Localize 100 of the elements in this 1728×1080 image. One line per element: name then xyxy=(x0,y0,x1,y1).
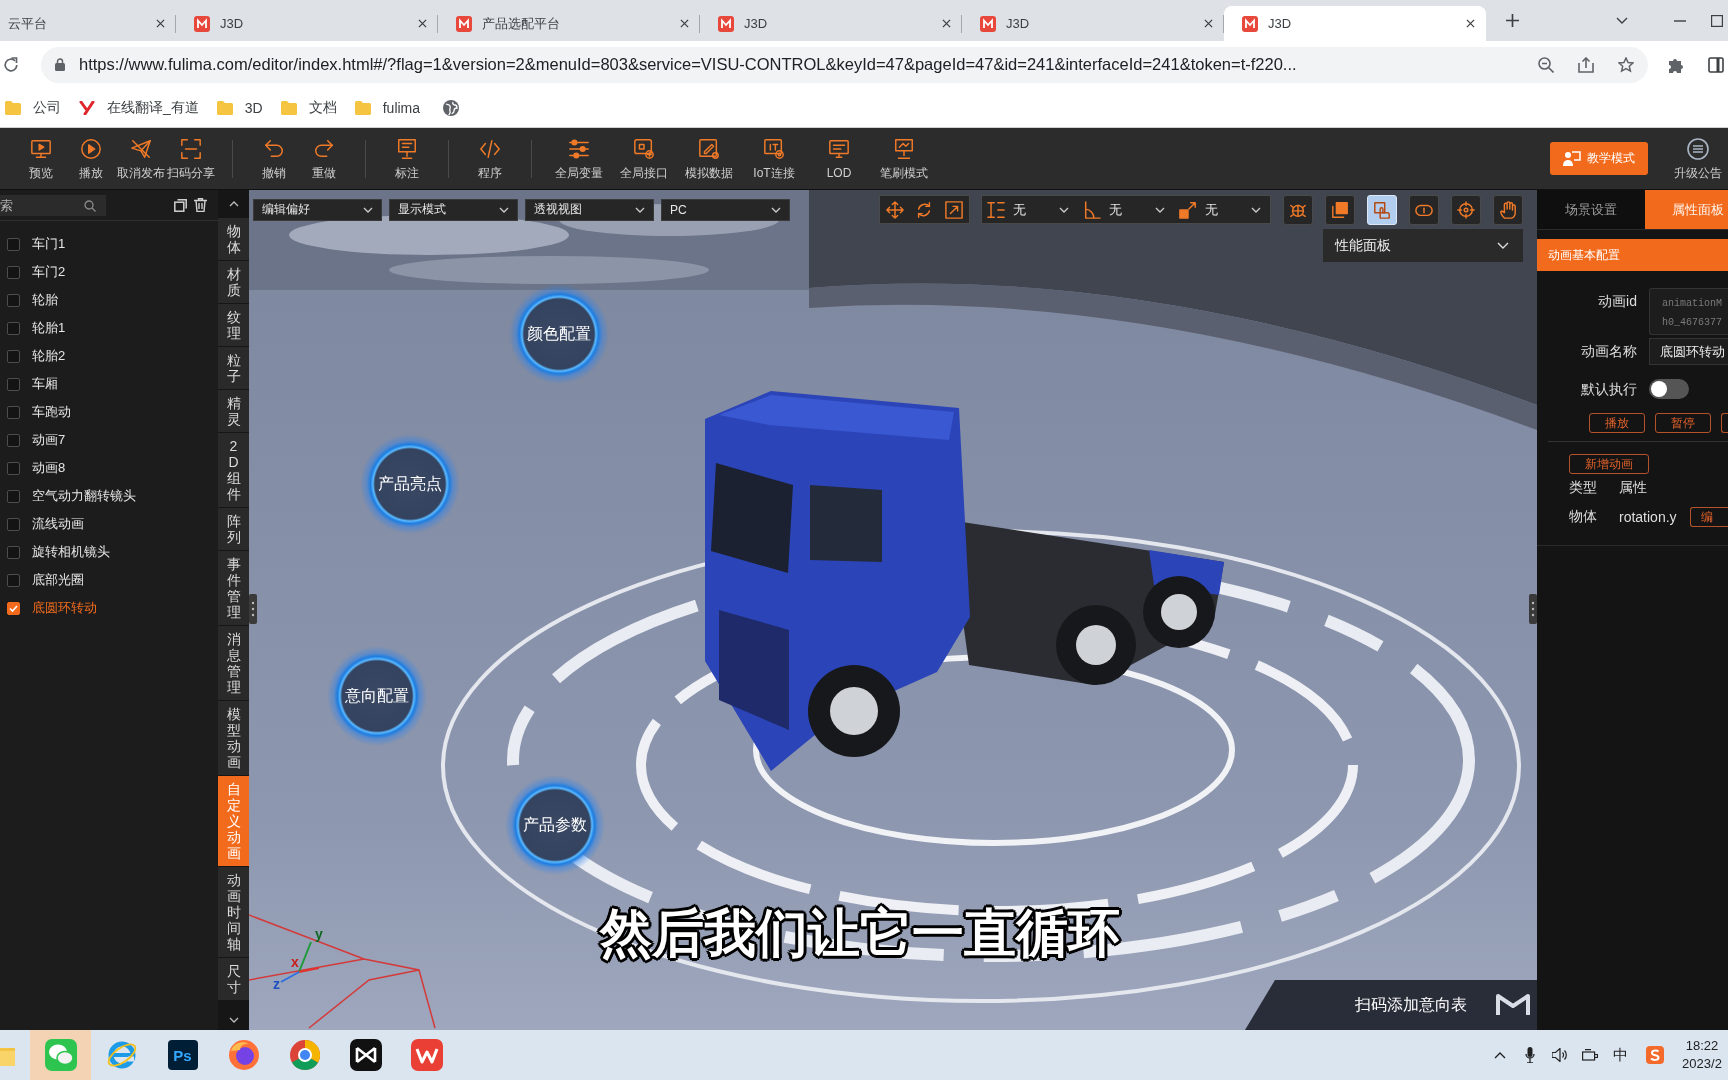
minimize-icon[interactable] xyxy=(1674,19,1686,22)
toolbar-button[interactable]: 播放 xyxy=(67,137,115,180)
browser-tab[interactable]: J3D xyxy=(176,6,438,41)
toolbar-button[interactable]: 程序 xyxy=(466,137,514,180)
checkbox[interactable] xyxy=(7,321,20,335)
s-app-icon[interactable] xyxy=(1646,1046,1664,1064)
toolbar-button[interactable]: 模拟数据 xyxy=(679,137,739,180)
layer-item[interactable]: 旋转相机镜头 xyxy=(0,538,218,566)
chevron-down-icon[interactable] xyxy=(1616,17,1628,24)
toolbar-button[interactable]: 全局变量 xyxy=(549,137,609,180)
view-tool-button[interactable] xyxy=(1283,194,1313,225)
side-tab[interactable]: 动画时间轴 xyxy=(218,867,249,957)
checkbox[interactable] xyxy=(7,517,20,531)
dropdown[interactable]: 透视视图 xyxy=(525,198,654,221)
announcement-button[interactable]: 升级公告 xyxy=(1674,137,1722,180)
dropdown[interactable]: 显示模式 xyxy=(389,198,518,221)
checkbox[interactable] xyxy=(7,377,20,391)
lock-icon[interactable] xyxy=(55,58,65,71)
toggle-switch[interactable] xyxy=(1649,379,1689,399)
toolbar-button[interactable]: 全局接口 xyxy=(614,137,674,180)
layer-item[interactable]: 流线动画 xyxy=(0,510,218,538)
bookmark-link[interactable]: 3D xyxy=(216,99,263,116)
chevron-up-icon[interactable] xyxy=(1494,1051,1506,1059)
angle-icon[interactable] xyxy=(1083,200,1101,219)
side-tab[interactable]: 材质 xyxy=(218,261,249,303)
address-bar[interactable]: https://www.fulima.com/editor/index.html#/?flag=1&version=2&menuId=803&service=VISU-CONTROL&keyId=47&pageId=47&id=241&interfaceId=241&token=t-f220... xyxy=(41,46,1648,83)
side-tab[interactable]: 粒子 xyxy=(218,347,249,389)
browser-tab[interactable]: J3D xyxy=(962,6,1224,41)
side-tab[interactable]: 尺寸 xyxy=(218,958,249,1000)
checkbox[interactable] xyxy=(7,265,20,279)
qr-banner[interactable]: 扫码添加意向表 xyxy=(1245,980,1537,1030)
layer-item[interactable]: 空气动力翻转镜头 xyxy=(0,482,218,510)
3d-scene-drawing[interactable] xyxy=(249,190,1537,1030)
add-animation-button[interactable]: 新增动画 xyxy=(1569,454,1649,474)
plus-icon[interactable] xyxy=(1506,14,1519,27)
layer-item[interactable]: 车门1 xyxy=(0,230,218,258)
view-tool-button[interactable] xyxy=(1451,194,1481,225)
side-tab[interactable]: 事件管理 xyxy=(218,551,249,625)
layer-item[interactable]: 底部光圈 xyxy=(0,566,218,594)
layer-item[interactable]: 车门2 xyxy=(0,258,218,286)
speaker-icon[interactable] xyxy=(1552,1048,1568,1062)
layer-item[interactable]: 动画7 xyxy=(0,426,218,454)
panel-tab[interactable]: 场景设置 xyxy=(1537,190,1645,229)
bookmark-link[interactable]: 在线翻译_有道 xyxy=(79,98,199,117)
layer-item[interactable]: 车跑动 xyxy=(0,398,218,426)
constraint-dropdown[interactable]: 无 xyxy=(1109,198,1171,221)
checkbox[interactable] xyxy=(7,545,20,559)
layer-item[interactable]: 底圆环转动 xyxy=(0,594,218,622)
maximize-icon[interactable] xyxy=(1711,14,1723,27)
side-tab[interactable]: 精灵 xyxy=(218,390,249,432)
constraint-dropdown[interactable]: 无 xyxy=(1205,198,1267,221)
chevron-up-icon[interactable] xyxy=(228,201,239,207)
edit-button[interactable]: 编 xyxy=(1690,507,1728,527)
search-icon[interactable] xyxy=(84,199,96,212)
share-icon[interactable] xyxy=(1578,56,1594,73)
outline-button[interactable]: 暂停 xyxy=(1655,413,1711,433)
globe-icon[interactable] xyxy=(443,99,460,116)
toolbar-button[interactable]: 预览 xyxy=(17,137,65,180)
close-icon[interactable] xyxy=(156,19,165,28)
side-tab[interactable]: 物体 xyxy=(218,218,249,260)
toolbar-button[interactable]: 标注 xyxy=(383,137,431,180)
browser-tab[interactable]: J3D xyxy=(1224,6,1486,41)
performance-panel-dropdown[interactable]: 性能面板 xyxy=(1323,229,1523,262)
corner-arrow-icon[interactable] xyxy=(1179,200,1197,219)
toolbar-button[interactable]: IoT连接 xyxy=(744,137,804,180)
toolbar-button[interactable]: LOD xyxy=(809,137,869,180)
close-icon[interactable] xyxy=(680,19,689,28)
toolbar-button[interactable]: 扫码分享 xyxy=(167,137,215,180)
browser-tab[interactable]: J3D xyxy=(700,6,962,41)
view-tool-button[interactable] xyxy=(1493,194,1523,225)
star-icon[interactable] xyxy=(1618,56,1634,73)
bookmark-link[interactable]: fulima xyxy=(354,99,421,116)
clock[interactable]: 18:22 2023/2 xyxy=(1676,1037,1728,1073)
side-tab[interactable]: 阵列 xyxy=(218,508,249,550)
side-tab[interactable]: 消息管理 xyxy=(218,626,249,700)
dropdown[interactable]: PC xyxy=(661,198,790,221)
browser-tab[interactable]: 云平台 xyxy=(0,6,176,41)
dropdown[interactable]: 编辑偏好 xyxy=(253,198,382,221)
constraint-dropdown[interactable]: 无 xyxy=(1013,198,1075,221)
move-arrows-icon[interactable] xyxy=(885,200,904,219)
side-tab[interactable]: 纹理 xyxy=(218,304,249,346)
layer-item[interactable]: 车厢 xyxy=(0,370,218,398)
layer-item[interactable]: 轮胎1 xyxy=(0,314,218,342)
battery-icon[interactable] xyxy=(1582,1048,1598,1062)
puzzle-icon[interactable] xyxy=(1668,56,1684,73)
view-tool-button[interactable] xyxy=(1325,194,1355,225)
close-icon[interactable] xyxy=(942,19,951,28)
checkbox[interactable] xyxy=(7,461,20,475)
search-field[interactable]: 索 xyxy=(0,194,106,216)
zoom-icon[interactable] xyxy=(1538,56,1554,73)
toolbar-button[interactable]: 重做 xyxy=(300,137,348,180)
outline-button[interactable]: 播放 xyxy=(1589,413,1645,433)
taskbar-app-button[interactable]: Ps xyxy=(152,1030,213,1080)
checkbox[interactable] xyxy=(7,573,20,587)
view-tool-button[interactable] xyxy=(1409,194,1439,225)
checkbox[interactable] xyxy=(7,405,20,419)
bookmark-link[interactable]: 公司 xyxy=(5,98,61,117)
checkbox[interactable] xyxy=(7,433,20,447)
toolbar-button[interactable]: 撤销 xyxy=(250,137,298,180)
layer-item[interactable]: 动画8 xyxy=(0,454,218,482)
